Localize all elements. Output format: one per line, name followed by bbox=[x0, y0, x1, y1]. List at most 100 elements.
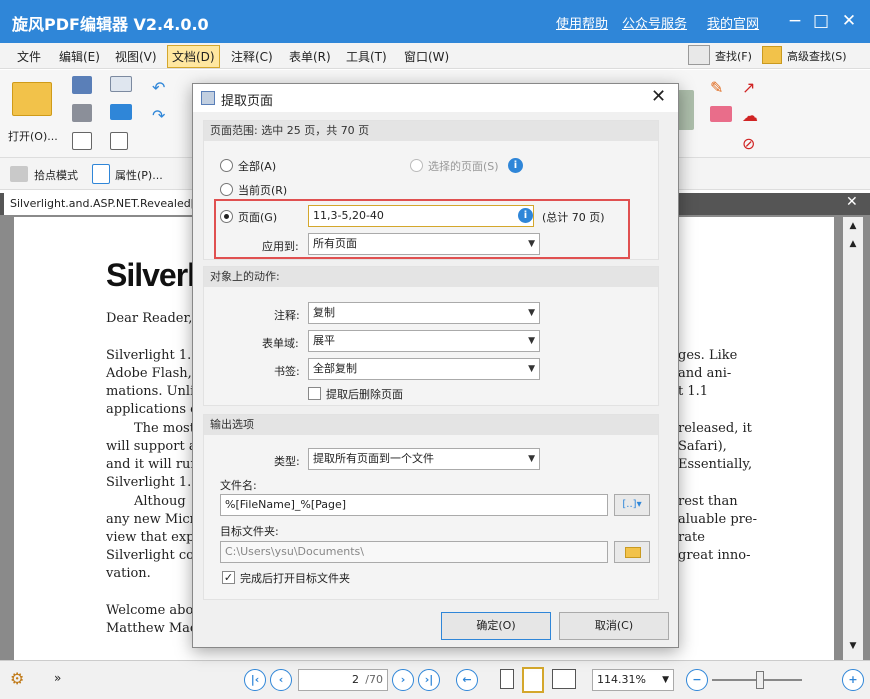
find-button[interactable]: 查找(F) bbox=[712, 48, 755, 64]
properties-button[interactable]: 属性(P)... bbox=[115, 167, 163, 183]
filename-input[interactable]: %[FileName]_%[Page] bbox=[220, 494, 608, 516]
selected-info-icon[interactable]: i bbox=[508, 158, 523, 173]
arrow-icon[interactable]: ↗ bbox=[742, 78, 762, 97]
last-page-icon[interactable]: ›| bbox=[418, 669, 440, 691]
cloud-shape-icon[interactable]: ☁ bbox=[742, 106, 762, 125]
menu-file[interactable]: 文件 bbox=[14, 48, 44, 65]
wechat-service-link[interactable]: 公众号服务 bbox=[622, 13, 687, 32]
settings-icon[interactable]: ⚙ bbox=[10, 669, 24, 688]
type-value: 提取所有页面到一个文件 bbox=[313, 452, 434, 465]
eraser-icon[interactable] bbox=[710, 106, 732, 122]
previous-page-icon[interactable]: ‹ bbox=[270, 669, 292, 691]
ok-button[interactable]: 确定(O) bbox=[441, 612, 551, 640]
pages-info-icon[interactable]: i bbox=[518, 208, 533, 223]
cloud-icon[interactable] bbox=[110, 104, 132, 120]
zoom-dropdown-icon[interactable]: ▼ bbox=[662, 670, 669, 690]
doc-line: t 1.1 bbox=[678, 384, 709, 399]
form-fields-label: 表单域: bbox=[262, 337, 299, 350]
type-select[interactable]: 提取所有页面到一个文件 ▼ bbox=[308, 448, 540, 470]
open-folder-checkbox[interactable]: ✓ bbox=[222, 571, 235, 584]
help-link[interactable]: 使用帮助 bbox=[556, 13, 608, 32]
minimize-icon[interactable]: − bbox=[782, 8, 808, 34]
back-icon[interactable]: ← bbox=[456, 669, 478, 691]
filename-label: 文件名: bbox=[220, 479, 257, 492]
doc-line: Adobe Flash, S bbox=[106, 366, 205, 381]
save-icon[interactable] bbox=[72, 76, 92, 94]
radio-all-label[interactable]: 全部(A) bbox=[238, 158, 276, 174]
advanced-find-button[interactable]: 高级查找(S) bbox=[784, 48, 850, 64]
form-fields-select[interactable]: 展平 ▼ bbox=[308, 330, 540, 352]
advanced-find-icon[interactable] bbox=[762, 46, 782, 64]
print-icon[interactable] bbox=[72, 104, 92, 122]
expand-icon[interactable]: » bbox=[54, 671, 61, 685]
maximize-icon[interactable]: □ bbox=[808, 8, 834, 34]
open-button[interactable]: 打开(O)... bbox=[8, 128, 58, 144]
doc-line: mations. Unli bbox=[106, 384, 195, 399]
zoom-select[interactable]: 114.31% ▼ bbox=[592, 669, 674, 691]
pencil-icon[interactable]: ✎ bbox=[710, 78, 732, 97]
undo-icon[interactable]: ↶ bbox=[152, 78, 172, 97]
doc-line: view that expl bbox=[106, 530, 199, 545]
scroll-top-icon[interactable]: ▲ bbox=[847, 239, 859, 251]
chevron-down-icon: ▼ bbox=[528, 364, 535, 374]
filename-macro-button[interactable]: [..]▾ bbox=[614, 494, 650, 516]
official-site-link[interactable]: 我的官网 bbox=[707, 13, 759, 32]
bookmarks-select[interactable]: 全部复制 ▼ bbox=[308, 358, 540, 380]
open-folder-icon[interactable] bbox=[12, 82, 52, 116]
menu-tools[interactable]: 工具(T) bbox=[343, 48, 390, 65]
close-tab-icon[interactable]: ✕ bbox=[846, 194, 858, 210]
target-folder-input[interactable]: C:\Users\ysu\Documents\ bbox=[220, 541, 608, 563]
two-page-icon[interactable] bbox=[552, 669, 576, 689]
delete-after-checkbox[interactable] bbox=[308, 387, 321, 400]
vertical-scrollbar[interactable]: ▲ ▲ ▼ bbox=[843, 217, 863, 660]
new-doc-icon[interactable] bbox=[72, 132, 92, 150]
doc-line: vation. bbox=[106, 566, 151, 581]
menu-form[interactable]: 表单(R) bbox=[286, 48, 334, 65]
pick-mode-button[interactable]: 拾点模式 bbox=[34, 167, 78, 183]
type-label: 类型: bbox=[274, 455, 300, 468]
delete-after-label[interactable]: 提取后删除页面 bbox=[326, 386, 403, 402]
radio-all[interactable] bbox=[220, 159, 233, 172]
scroll-down-icon[interactable]: ▼ bbox=[847, 641, 859, 653]
annotations-label: 注释: bbox=[274, 309, 300, 322]
redo-icon[interactable]: ↷ bbox=[152, 106, 172, 125]
menu-document[interactable]: 文档(D) bbox=[167, 45, 220, 68]
menu-edit[interactable]: 编辑(E) bbox=[56, 48, 103, 65]
radio-current-label[interactable]: 当前页(R) bbox=[238, 182, 287, 198]
radio-current-page[interactable] bbox=[220, 183, 233, 196]
find-icon[interactable] bbox=[688, 45, 710, 65]
page-input[interactable]: 2 bbox=[352, 670, 359, 690]
menu-window[interactable]: 窗口(W) bbox=[401, 48, 452, 65]
apply-to-select[interactable]: 所有页面 ▼ bbox=[308, 233, 540, 255]
output-options-group: 输出选项 类型: 提取所有页面到一个文件 ▼ 文件名: %[FileName]_%… bbox=[203, 414, 659, 600]
object-actions-group: 对象上的动作: 注释: 复制 ▼ 表单域: 展平 ▼ 书签: 全部复制 ▼ 提取后删除… bbox=[203, 266, 659, 406]
new-page-icon[interactable] bbox=[110, 132, 128, 150]
cancel-button[interactable]: 取消(C) bbox=[559, 612, 669, 640]
pick-mode-icon[interactable] bbox=[10, 166, 28, 182]
menu-comment[interactable]: 注释(C) bbox=[228, 48, 276, 65]
annotations-select[interactable]: 复制 ▼ bbox=[308, 302, 540, 324]
browse-folder-icon[interactable] bbox=[614, 541, 650, 563]
scroll-up-icon[interactable]: ▲ bbox=[847, 221, 859, 233]
open-folder-label[interactable]: 完成后打开目标文件夹 bbox=[240, 570, 350, 586]
close-icon[interactable]: ✕ bbox=[836, 8, 862, 34]
continuous-page-icon[interactable] bbox=[522, 667, 544, 693]
zoom-slider-handle[interactable] bbox=[756, 671, 764, 689]
zoom-out-icon[interactable]: − bbox=[686, 669, 708, 691]
next-page-icon[interactable]: › bbox=[392, 669, 414, 691]
page-number-field[interactable]: 2 /70 bbox=[298, 669, 388, 691]
dialog-close-icon[interactable]: ✕ bbox=[651, 86, 666, 107]
single-page-icon[interactable] bbox=[500, 669, 514, 689]
no-sign-icon[interactable]: ⊘ bbox=[742, 134, 762, 153]
pages-input[interactable]: 11,3-5,20-40 bbox=[308, 205, 534, 227]
document-tab[interactable]: Silverlight.and.ASP.NET.Revealed[ bbox=[4, 193, 202, 215]
email-icon[interactable] bbox=[110, 76, 132, 92]
zoom-in-icon[interactable]: + bbox=[842, 669, 864, 691]
radio-pages[interactable] bbox=[220, 210, 233, 223]
menu-view[interactable]: 视图(V) bbox=[112, 48, 160, 65]
chevron-down-icon: ▼ bbox=[528, 308, 535, 318]
page-range-group: 页面范围: 选中 25 页，共 70 页 全部(A) 选择的页面(S) i 当前… bbox=[203, 120, 659, 260]
radio-pages-label[interactable]: 页面(G) bbox=[238, 209, 277, 225]
first-page-icon[interactable]: |‹ bbox=[244, 669, 266, 691]
properties-icon[interactable] bbox=[92, 164, 110, 184]
